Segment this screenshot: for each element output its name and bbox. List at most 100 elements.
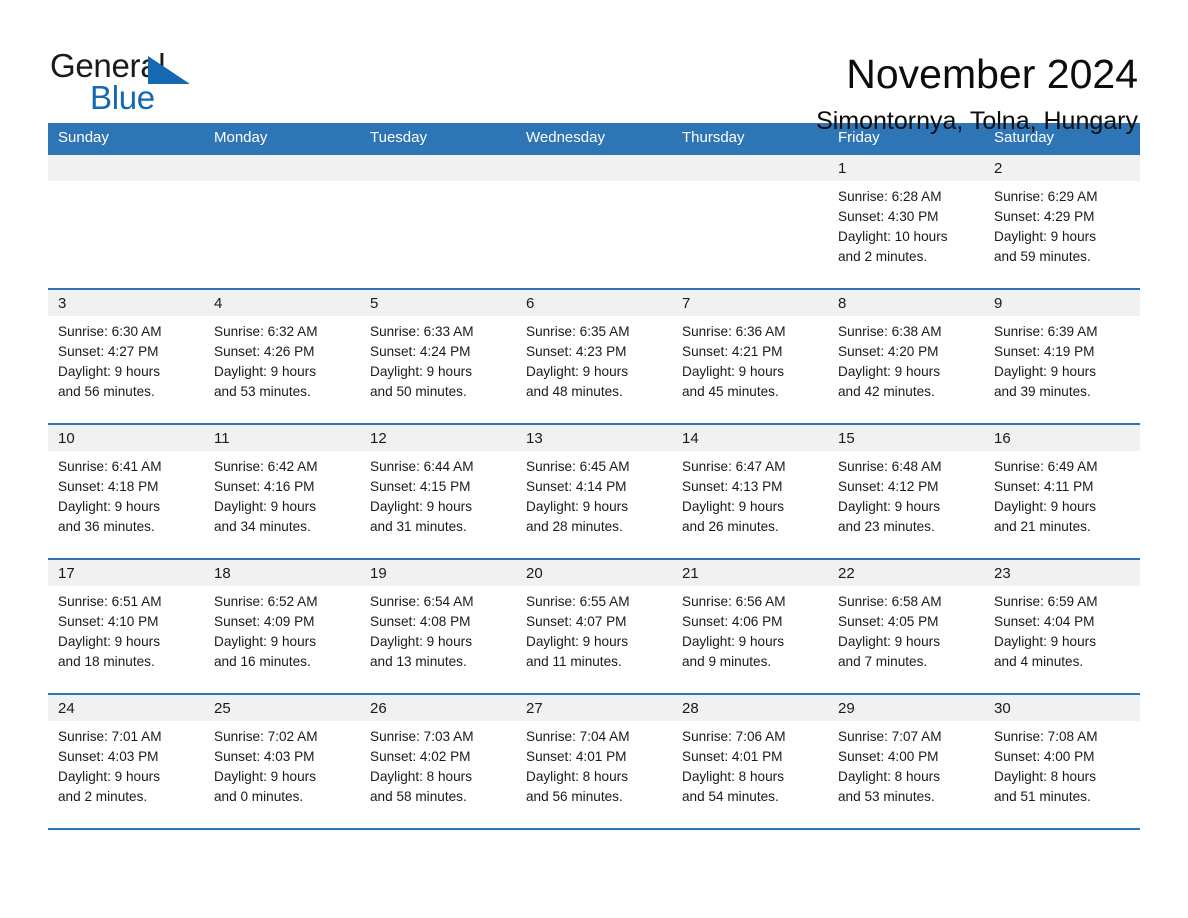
day-detail-sunset: Sunset: 4:10 PM (58, 614, 159, 629)
day-details (672, 181, 828, 187)
day-cell-inner: 23 Sunrise: 6:59 AM Sunset: 4:04 PM Dayligh… (984, 560, 1140, 693)
day-detail-sunrise: Sunrise: 6:59 AM (994, 594, 1098, 609)
day-details: Sunrise: 6:42 AM Sunset: 4:16 PM Daylight:… (204, 451, 360, 537)
calendar-day-cell[interactable]: 13 Sunrise: 6:45 AM Sunset: 4:14 PM Dayligh… (516, 423, 672, 559)
calendar-day-cell[interactable]: 24 Sunrise: 7:01 AM Sunset: 4:03 PM Dayligh… (48, 693, 204, 830)
weekday-header-tuesday: Tuesday (360, 123, 516, 154)
calendar-day-cell[interactable]: 28 Sunrise: 7:06 AM Sunset: 4:01 PM Dayligh… (672, 693, 828, 830)
day-details: Sunrise: 6:56 AM Sunset: 4:06 PM Daylight:… (672, 586, 828, 672)
day-details: Sunrise: 6:30 AM Sunset: 4:27 PM Daylight:… (48, 316, 204, 402)
day-detail-daylight-line2: and 50 minutes. (370, 384, 467, 399)
day-number: 23 (984, 560, 1140, 586)
day-number: 27 (516, 695, 672, 721)
day-detail-daylight-line2: and 21 minutes. (994, 519, 1091, 534)
day-detail-daylight-line1: Daylight: 9 hours (58, 499, 161, 514)
calendar-day-cell[interactable]: 25 Sunrise: 7:02 AM Sunset: 4:03 PM Dayligh… (204, 693, 360, 830)
day-cell-inner: 30 Sunrise: 7:08 AM Sunset: 4:00 PM Dayligh… (984, 695, 1140, 828)
calendar-day-cell-empty (360, 153, 516, 289)
calendar-day-cell[interactable]: 26 Sunrise: 7:03 AM Sunset: 4:02 PM Dayligh… (360, 693, 516, 830)
calendar-day-cell[interactable]: 14 Sunrise: 6:47 AM Sunset: 4:13 PM Dayligh… (672, 423, 828, 559)
calendar-day-cell[interactable]: 17 Sunrise: 6:51 AM Sunset: 4:10 PM Dayligh… (48, 558, 204, 694)
day-detail-sunset: Sunset: 4:14 PM (526, 479, 627, 494)
calendar-day-cell[interactable]: 19 Sunrise: 6:54 AM Sunset: 4:08 PM Dayligh… (360, 558, 516, 694)
day-detail-daylight-line2: and 48 minutes. (526, 384, 623, 399)
day-cell-inner: 19 Sunrise: 6:54 AM Sunset: 4:08 PM Dayligh… (360, 560, 516, 693)
day-detail-sunset: Sunset: 4:12 PM (838, 479, 939, 494)
calendar-day-cell[interactable]: 7 Sunrise: 6:36 AM Sunset: 4:21 PM Daylight… (672, 288, 828, 424)
calendar-day-cell[interactable]: 23 Sunrise: 6:59 AM Sunset: 4:04 PM Dayligh… (984, 558, 1140, 694)
calendar-day-cell-empty (48, 153, 204, 289)
day-number: 3 (48, 290, 204, 316)
day-number: 20 (516, 560, 672, 586)
calendar-day-cell[interactable]: 18 Sunrise: 6:52 AM Sunset: 4:09 PM Dayligh… (204, 558, 360, 694)
day-detail-sunset: Sunset: 4:03 PM (58, 749, 159, 764)
general-blue-logo[interactable]: General Blue (50, 48, 200, 116)
calendar-day-cell[interactable]: 2 Sunrise: 6:29 AM Sunset: 4:29 PM Daylight… (984, 153, 1140, 289)
day-detail-daylight-line2: and 51 minutes. (994, 789, 1091, 804)
day-detail-sunrise: Sunrise: 6:55 AM (526, 594, 630, 609)
day-detail-daylight-line1: Daylight: 8 hours (370, 769, 473, 784)
calendar-day-cell[interactable]: 27 Sunrise: 7:04 AM Sunset: 4:01 PM Dayligh… (516, 693, 672, 830)
day-cell-inner: 9 Sunrise: 6:39 AM Sunset: 4:19 PM Daylight… (984, 290, 1140, 423)
calendar-day-cell[interactable]: 5 Sunrise: 6:33 AM Sunset: 4:24 PM Daylight… (360, 288, 516, 424)
day-cell-inner (672, 155, 828, 288)
day-number: 2 (984, 155, 1140, 181)
calendar-day-cell[interactable]: 12 Sunrise: 6:44 AM Sunset: 4:15 PM Dayligh… (360, 423, 516, 559)
calendar-day-cell[interactable]: 1 Sunrise: 6:28 AM Sunset: 4:30 PM Daylight… (828, 153, 984, 289)
day-detail-daylight-line2: and 23 minutes. (838, 519, 935, 534)
day-detail-daylight-line2: and 58 minutes. (370, 789, 467, 804)
calendar-day-cell[interactable]: 22 Sunrise: 6:58 AM Sunset: 4:05 PM Dayligh… (828, 558, 984, 694)
day-detail-daylight-line1: Daylight: 10 hours (838, 229, 948, 244)
calendar-day-cell[interactable]: 20 Sunrise: 6:55 AM Sunset: 4:07 PM Dayligh… (516, 558, 672, 694)
calendar-day-cell[interactable]: 9 Sunrise: 6:39 AM Sunset: 4:19 PM Daylight… (984, 288, 1140, 424)
weekday-header-thursday: Thursday (672, 123, 828, 154)
day-cell-inner: 18 Sunrise: 6:52 AM Sunset: 4:09 PM Dayligh… (204, 560, 360, 693)
day-detail-sunrise: Sunrise: 7:01 AM (58, 729, 162, 744)
day-cell-inner: 22 Sunrise: 6:58 AM Sunset: 4:05 PM Dayligh… (828, 560, 984, 693)
calendar-day-cell[interactable]: 29 Sunrise: 7:07 AM Sunset: 4:00 PM Dayligh… (828, 693, 984, 830)
day-detail-sunrise: Sunrise: 6:44 AM (370, 459, 474, 474)
day-number: 7 (672, 290, 828, 316)
calendar-day-cell[interactable]: 3 Sunrise: 6:30 AM Sunset: 4:27 PM Daylight… (48, 288, 204, 424)
day-details (48, 181, 204, 187)
day-details: Sunrise: 6:44 AM Sunset: 4:15 PM Daylight:… (360, 451, 516, 537)
day-detail-daylight-line1: Daylight: 8 hours (682, 769, 785, 784)
calendar-day-cell[interactable]: 21 Sunrise: 6:56 AM Sunset: 4:06 PM Dayligh… (672, 558, 828, 694)
calendar-day-cell[interactable]: 10 Sunrise: 6:41 AM Sunset: 4:18 PM Dayligh… (48, 423, 204, 559)
day-cell-inner: 4 Sunrise: 6:32 AM Sunset: 4:26 PM Daylight… (204, 290, 360, 423)
day-number: 1 (828, 155, 984, 181)
day-detail-sunset: Sunset: 4:15 PM (370, 479, 471, 494)
day-cell-inner: 15 Sunrise: 6:48 AM Sunset: 4:12 PM Dayligh… (828, 425, 984, 558)
day-details: Sunrise: 7:01 AM Sunset: 4:03 PM Daylight:… (48, 721, 204, 807)
calendar-day-cell[interactable]: 30 Sunrise: 7:08 AM Sunset: 4:00 PM Dayligh… (984, 693, 1140, 830)
weekday-header-sunday: Sunday (48, 123, 204, 154)
day-detail-daylight-line2: and 45 minutes. (682, 384, 779, 399)
calendar-day-cell[interactable]: 16 Sunrise: 6:49 AM Sunset: 4:11 PM Dayligh… (984, 423, 1140, 559)
day-details: Sunrise: 6:28 AM Sunset: 4:30 PM Daylight:… (828, 181, 984, 267)
day-detail-sunrise: Sunrise: 7:02 AM (214, 729, 318, 744)
day-number: 11 (204, 425, 360, 451)
calendar-week-row: 1 Sunrise: 6:28 AM Sunset: 4:30 PM Daylight… (48, 153, 1140, 289)
day-detail-sunset: Sunset: 4:01 PM (682, 749, 783, 764)
day-number: 5 (360, 290, 516, 316)
calendar-day-cell[interactable]: 6 Sunrise: 6:35 AM Sunset: 4:23 PM Daylight… (516, 288, 672, 424)
day-details: Sunrise: 6:36 AM Sunset: 4:21 PM Daylight:… (672, 316, 828, 402)
day-detail-sunrise: Sunrise: 6:30 AM (58, 324, 162, 339)
day-number: 4 (204, 290, 360, 316)
calendar-day-cell[interactable]: 11 Sunrise: 6:42 AM Sunset: 4:16 PM Dayligh… (204, 423, 360, 559)
day-cell-inner: 26 Sunrise: 7:03 AM Sunset: 4:02 PM Dayligh… (360, 695, 516, 828)
day-detail-daylight-line1: Daylight: 9 hours (370, 499, 473, 514)
day-number: 21 (672, 560, 828, 586)
day-detail-sunset: Sunset: 4:18 PM (58, 479, 159, 494)
calendar-day-cell[interactable]: 4 Sunrise: 6:32 AM Sunset: 4:26 PM Daylight… (204, 288, 360, 424)
day-cell-inner: 20 Sunrise: 6:55 AM Sunset: 4:07 PM Dayligh… (516, 560, 672, 693)
calendar-day-cell[interactable]: 15 Sunrise: 6:48 AM Sunset: 4:12 PM Dayligh… (828, 423, 984, 559)
day-number (360, 155, 516, 181)
day-details: Sunrise: 7:07 AM Sunset: 4:00 PM Daylight:… (828, 721, 984, 807)
day-number: 17 (48, 560, 204, 586)
calendar-day-cell[interactable]: 8 Sunrise: 6:38 AM Sunset: 4:20 PM Daylight… (828, 288, 984, 424)
day-cell-inner (360, 155, 516, 288)
day-details: Sunrise: 6:38 AM Sunset: 4:20 PM Daylight:… (828, 316, 984, 402)
calendar-day-cell-empty (672, 153, 828, 289)
day-detail-daylight-line2: and 39 minutes. (994, 384, 1091, 399)
